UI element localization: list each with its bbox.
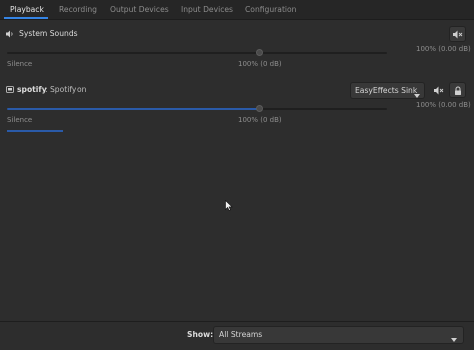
system-sounds-volume-track[interactable]	[7, 52, 387, 54]
speaker-icon	[6, 30, 14, 40]
spotify-volume-handle[interactable]	[255, 105, 263, 112]
footer-divider	[0, 321, 474, 322]
spotify-peak-meter	[7, 130, 63, 132]
tab-recording[interactable]: Recording	[59, 0, 97, 19]
spotify-lock-channels-button[interactable]	[449, 82, 466, 98]
spotify-volume-readout: 100% (0.00 dB)	[416, 101, 471, 109]
spotify-stream-label: : Spotify	[45, 85, 77, 94]
system-sounds-label: System Sounds	[19, 29, 78, 38]
spotify-scale-100: 100% (0 dB)	[238, 116, 282, 124]
show-label: Show:	[187, 330, 214, 339]
spotify-app-icon	[6, 86, 14, 95]
spotify-scale-silence: Silence	[7, 116, 33, 124]
active-tab-indicator	[4, 17, 48, 19]
tab-input-devices[interactable]: Input Devices	[181, 0, 233, 19]
spotify-status: on	[77, 85, 87, 94]
spotify-sink-value: EasyEffects Sink	[355, 86, 418, 95]
tab-output-devices[interactable]: Output Devices	[110, 0, 169, 19]
show-streams-select[interactable]: All Streams	[213, 326, 464, 344]
system-sounds-scale-silence: Silence	[7, 60, 33, 68]
chevron-down-icon	[451, 332, 457, 348]
show-streams-value: All Streams	[219, 330, 263, 339]
system-sounds-mute-button[interactable]	[449, 26, 466, 42]
tab-bar: Playback Recording Output Devices Input …	[0, 0, 474, 20]
spotify-volume-fill	[7, 108, 259, 110]
system-sounds-volume-readout: 100% (0.00 dB)	[416, 45, 471, 53]
spotify-sink-select[interactable]: EasyEffects Sink	[350, 82, 425, 99]
system-sounds-volume-handle[interactable]	[255, 49, 263, 56]
mouse-pointer-icon	[225, 199, 233, 213]
spotify-mute-button[interactable]	[430, 82, 447, 98]
tab-configuration[interactable]: Configuration	[245, 0, 297, 19]
spotify-app-name: spotify	[17, 85, 47, 94]
system-sounds-scale-100: 100% (0 dB)	[238, 60, 282, 68]
